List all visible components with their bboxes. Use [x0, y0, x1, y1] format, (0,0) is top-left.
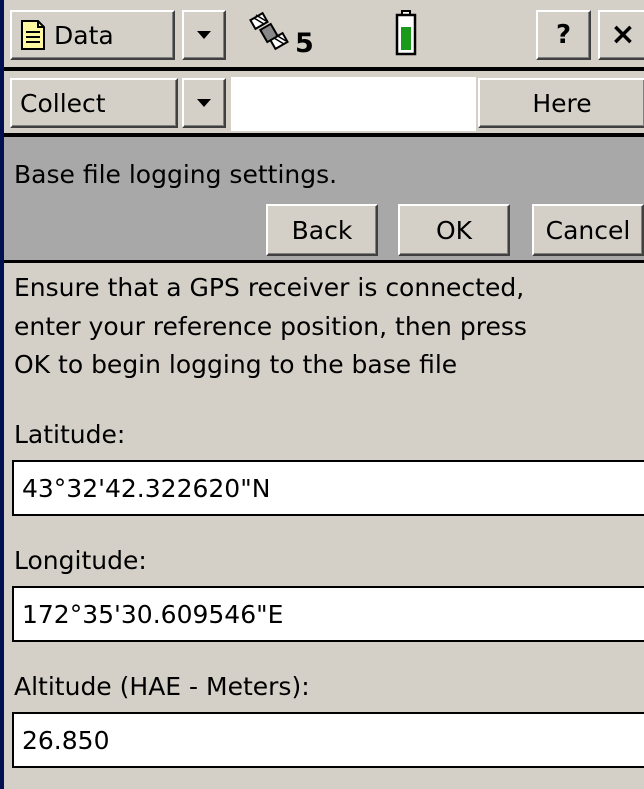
header-separator — [4, 260, 644, 263]
ok-button[interactable]: OK — [398, 204, 510, 256]
collect-label: Collect — [20, 88, 106, 118]
satellite-count: 5 — [295, 28, 314, 59]
help-button[interactable]: ? — [536, 10, 591, 60]
close-icon: × — [610, 17, 636, 52]
altitude-field[interactable]: 26.850 — [12, 712, 644, 768]
altitude-label: Altitude (HAE - Meters): — [14, 672, 310, 701]
ok-label: OK — [435, 215, 473, 245]
latitude-value: 43°32'42.322620"N — [22, 473, 271, 503]
latitude-label: Latitude: — [14, 420, 126, 449]
cancel-label: Cancel — [545, 215, 631, 245]
satellite-icon — [248, 10, 292, 60]
collect-dropdown[interactable] — [182, 78, 226, 128]
toolbar-blank-field — [231, 77, 476, 131]
battery-icon — [395, 10, 417, 56]
back-button[interactable]: Back — [266, 204, 378, 256]
help-label: ? — [555, 20, 572, 50]
instructions-line-2: enter your reference position, then pres… — [14, 312, 527, 341]
dialog-title: Base file logging settings. — [14, 160, 338, 189]
data-menu-label: Data — [54, 20, 114, 50]
chevron-down-icon — [197, 31, 211, 39]
close-button[interactable]: × — [598, 10, 644, 60]
instructions-line-3: OK to begin logging to the base file — [14, 350, 458, 379]
collect-button[interactable]: Collect — [10, 78, 178, 128]
latitude-field[interactable]: 43°32'42.322620"N — [12, 460, 644, 516]
here-label: Here — [532, 88, 592, 118]
instructions-line-1: Ensure that a GPS receiver is connected, — [14, 273, 525, 302]
cancel-button[interactable]: Cancel — [532, 204, 644, 256]
longitude-value: 172°35'30.609546"E — [22, 599, 284, 629]
longitude-field[interactable]: 172°35'30.609546"E — [12, 586, 644, 642]
data-menu-button[interactable]: Data — [10, 10, 175, 60]
here-button[interactable]: Here — [478, 78, 644, 128]
longitude-label: Longitude: — [14, 546, 147, 575]
chevron-down-icon — [197, 99, 211, 107]
back-label: Back — [291, 215, 353, 245]
altitude-value: 26.850 — [22, 725, 110, 755]
document-icon — [20, 20, 46, 50]
data-menu-dropdown[interactable] — [182, 10, 226, 60]
